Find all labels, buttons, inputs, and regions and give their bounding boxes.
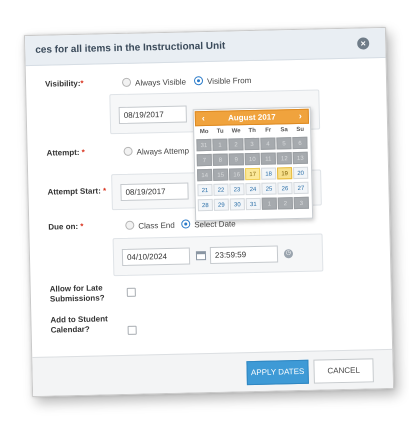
- calendar-icon[interactable]: [195, 251, 207, 261]
- dialog-footer: APPLY DATES CANCEL: [32, 348, 394, 398]
- due-class-end-option[interactable]: Class End: [125, 220, 175, 231]
- visibility-label-text: Visibility:: [44, 78, 81, 89]
- datepicker-month-label: August 2017: [227, 112, 276, 123]
- required-mark: *: [80, 221, 84, 231]
- datepicker-day-disabled: 9: [228, 153, 244, 166]
- due-date-field[interactable]: 04/10/2024: [121, 247, 191, 266]
- datepicker-day[interactable]: 24: [245, 182, 261, 196]
- datepicker-day-disabled: 15: [213, 168, 229, 181]
- radio-icon[interactable]: [125, 220, 135, 230]
- attempt-always-option[interactable]: Always Attemp: [123, 145, 190, 157]
- due-on-label: Due on: *: [48, 222, 83, 232]
- datepicker-day[interactable]: 22: [213, 183, 229, 196]
- weekday-label: Sa: [280, 127, 288, 134]
- weekday-label: Fr: [265, 127, 272, 134]
- datepicker-day-disabled: 2: [228, 138, 244, 151]
- datepicker-day-disabled: 11: [260, 152, 276, 165]
- datepicker-day[interactable]: 27: [293, 181, 309, 195]
- dialog-header: ces for all items in the Instructional U…: [24, 27, 386, 67]
- datepicker-day[interactable]: 30: [229, 198, 245, 211]
- weekday-label: We: [231, 128, 241, 135]
- datepicker-header: ‹ August 2017 ›: [194, 108, 310, 127]
- datepicker-day-disabled: 16: [229, 168, 245, 181]
- datepicker-day[interactable]: 28: [197, 198, 213, 212]
- datepicker-day-disabled: 13: [292, 151, 308, 165]
- datepicker-day-disabled: 4: [260, 137, 276, 150]
- radio-selected-icon[interactable]: [193, 76, 204, 86]
- datepicker-day[interactable]: 29: [213, 198, 229, 211]
- datepicker-day-disabled: 8: [212, 153, 228, 166]
- datepicker-day[interactable]: 18: [261, 167, 277, 180]
- close-icon[interactable]: ×: [357, 37, 370, 50]
- datepicker-day-disabled: 5: [276, 137, 292, 150]
- datepicker-day[interactable]: 25: [261, 182, 277, 195]
- datepicker-day-disabled: 1: [212, 138, 228, 151]
- datepicker-day[interactable]: 17: [245, 167, 261, 181]
- datepicker-day-disabled: 1: [261, 197, 277, 210]
- datepicker-popup: ‹ August 2017 › Mo Tu We Th Fr Sa Su 31 1 2 3 4 5 6 7 8…: [192, 106, 314, 222]
- weekday-label: Th: [248, 127, 256, 135]
- datepicker-day[interactable]: 21: [197, 183, 213, 197]
- student-calendar-checkbox[interactable]: [127, 325, 137, 335]
- attempt-start-date-field[interactable]: 08/19/2017: [120, 182, 189, 201]
- required-mark: *: [102, 186, 107, 196]
- student-calendar-label: Add to Student Calendar?: [50, 314, 108, 335]
- attempt-always-label: Always Attemp: [136, 146, 190, 157]
- attempt-label-text: Attempt:: [46, 147, 80, 158]
- datepicker-day[interactable]: 31: [245, 197, 261, 211]
- datepicker-day-disabled: 31: [196, 138, 212, 152]
- visibility-from-option[interactable]: Visible From: [193, 75, 252, 87]
- datepicker-day[interactable]: 20: [293, 166, 309, 180]
- datepicker-day-disabled: 7: [196, 153, 212, 167]
- next-month-icon[interactable]: ›: [295, 111, 306, 122]
- datepicker-day[interactable]: 19: [277, 167, 293, 180]
- attempt-start-label-text: Attempt Start:: [47, 186, 101, 197]
- datepicker-day-disabled: 3: [293, 196, 309, 210]
- visibility-from-label: Visible From: [206, 76, 252, 87]
- datepicker-day-disabled: 12: [276, 152, 292, 165]
- required-mark: *: [80, 78, 84, 88]
- weekday-label: Mo: [199, 128, 209, 136]
- visibility-label: Visibility:*: [45, 79, 84, 89]
- visibility-always-label: Always Visible: [134, 77, 187, 88]
- visibility-date-field[interactable]: 08/19/2017: [118, 105, 187, 125]
- weekday-label: Tu: [216, 128, 224, 135]
- datepicker-day[interactable]: 23: [229, 183, 245, 196]
- attempt-label: Attempt: *: [47, 148, 85, 158]
- required-mark: *: [81, 147, 85, 157]
- late-submissions-checkbox[interactable]: [126, 287, 136, 297]
- datepicker-day-disabled: 3: [244, 137, 260, 151]
- datepicker-day[interactable]: 26: [277, 182, 293, 195]
- apply-dates-button[interactable]: APPLY DATES: [246, 359, 309, 386]
- radio-icon[interactable]: [123, 146, 133, 156]
- datepicker-day-disabled: 6: [292, 136, 308, 150]
- radio-icon[interactable]: [121, 77, 132, 87]
- dialog: ces for all items in the Instructional U…: [23, 26, 395, 398]
- due-class-end-label: Class End: [138, 220, 175, 231]
- weekday-label: Su: [296, 126, 305, 133]
- late-submissions-label: Allow for Late Submissions?: [49, 283, 105, 304]
- visibility-always-option[interactable]: Always Visible: [121, 76, 187, 88]
- cancel-button[interactable]: CANCEL: [313, 358, 374, 384]
- radio-selected-icon[interactable]: [181, 219, 191, 229]
- datepicker-day-disabled: 14: [197, 168, 213, 182]
- dialog-title: ces for all items in the Instructional U…: [35, 40, 226, 56]
- datepicker-day-disabled: 10: [244, 152, 260, 166]
- due-time-field[interactable]: 23:59:59: [209, 245, 279, 264]
- datepicker-day-disabled: 2: [277, 197, 293, 210]
- attempt-start-label: Attempt Start: *: [47, 186, 106, 196]
- due-on-label-text: Due on:: [48, 221, 79, 232]
